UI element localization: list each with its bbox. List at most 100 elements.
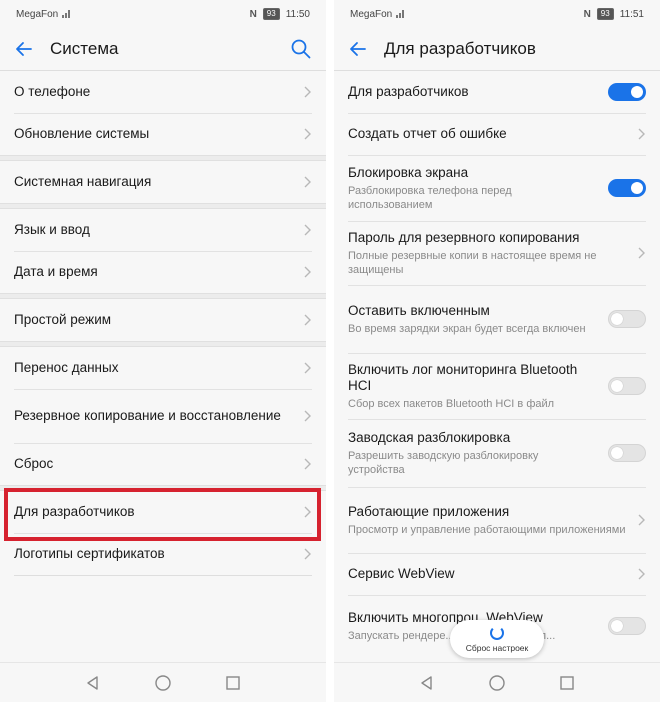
settings-item-label: Системная навигация [14,174,152,189]
toggle-switch[interactable] [608,179,646,197]
highlight-box [4,488,321,541]
settings-item-language-input[interactable]: Язык и ввод [0,209,326,251]
carrier-name: MegaFon [16,8,59,20]
navigation-bar [334,662,660,702]
dev-item-subtitle: Разрешить заводскую разблокировку устрой… [348,449,539,476]
settings-item-label: Сброс [14,456,54,471]
status-bar: MegaFon N 93 11:50 [0,0,326,28]
dev-item-title: Блокировка экрана [348,164,469,180]
recents-square-icon[interactable] [558,674,576,692]
dev-item-developer-options[interactable]: Для разработчиков [334,71,660,113]
system-settings-screen: MegaFon N 93 11:50 Система О телефоне Об… [0,0,326,702]
list-end-divider [14,575,312,576]
battery-icon: 93 [596,8,614,20]
page-title: Система [50,39,119,58]
dev-item-subtitle: Просмотр и управление работающими прилож… [348,523,626,536]
chevron-right-icon [304,86,311,98]
settings-group: Язык и ввод Дата и время [0,209,326,293]
home-circle-icon[interactable] [154,674,172,692]
chevron-right-icon [304,128,311,140]
dev-item-title: Пароль для резервного копирования [348,229,580,245]
chevron-right-icon [638,514,645,526]
arrow-left-icon[interactable] [348,38,370,60]
app-bar: Система [0,28,326,70]
settings-group: О телефоне Обновление системы [0,71,326,155]
chevron-right-icon [638,128,645,140]
dev-item-subtitle: Разблокировка телефона перед использован… [348,184,512,211]
carrier-name: MegaFon [350,8,393,20]
settings-item-label: Перенос данных [14,360,119,375]
dev-item-title: Для разработчиков [348,84,469,99]
chevron-right-icon [304,314,311,326]
dev-item-screen-lock[interactable]: Блокировка экрана Разблокировка телефона … [334,155,660,221]
reset-settings-toast[interactable]: Сброс настроек [450,620,544,658]
toast-label: Сброс настроек [465,642,529,653]
screenshot-composite: MegaFon N 93 11:50 Система О телефоне Об… [0,0,660,702]
settings-group: Простой режим [0,299,326,341]
toggle-switch[interactable] [608,617,646,635]
battery-icon: 93 [262,8,280,20]
chevron-right-icon [638,568,645,580]
dev-item-title: Включить лог мониторинга Bluetooth HCI [348,361,578,393]
page-title: Для разработчиков [384,39,536,58]
status-time: 11:51 [619,8,644,20]
toggle-switch[interactable] [608,377,646,395]
toggle-switch[interactable] [608,310,646,328]
settings-item-backup-restore[interactable]: Резервное копирование и восстановление [0,389,326,443]
settings-item-date-time[interactable]: Дата и время [0,251,326,293]
dev-item-backup-password[interactable]: Пароль для резервного копирования Полные … [334,221,660,285]
back-triangle-icon[interactable] [84,674,102,692]
settings-group: Системная навигация [0,161,326,203]
app-bar: Для разработчиков [334,28,660,70]
developer-options-screen: MegaFon N 93 11:51 Для разработчиков Для… [334,0,660,702]
chevron-right-icon [304,176,311,188]
dev-item-title: Создать отчет об ошибке [348,126,507,141]
toggle-switch[interactable] [608,83,646,101]
settings-item-system-update[interactable]: Обновление системы [0,113,326,155]
settings-item-label: О телефоне [14,84,91,99]
loading-spinner-icon [490,625,504,640]
dev-item-subtitle: Сбор всех пакетов Bluetooth HCI в файл [348,397,555,410]
settings-item-label: Обновление системы [14,126,150,141]
chevron-right-icon [304,224,311,236]
home-circle-icon[interactable] [488,674,506,692]
settings-item-label: Простой режим [14,312,112,327]
recents-square-icon[interactable] [224,674,242,692]
chevron-right-icon [304,410,311,422]
dev-item-subtitle: Полные резервные копии в настоящее время… [348,249,597,276]
dev-item-subtitle: Во время зарядки экран будет всегда вклю… [348,322,586,335]
dev-item-bluetooth-hci-log[interactable]: Включить лог мониторинга Bluetooth HCI Сб… [334,353,660,419]
dev-item-stay-awake[interactable]: Оставить включенным Во время зарядки экра… [334,285,660,353]
navigation-bar [0,662,326,702]
dev-item-bug-report[interactable]: Создать отчет об ошибке [334,113,660,155]
settings-item-simple-mode[interactable]: Простой режим [0,299,326,341]
dev-item-title: Оставить включенным [348,302,490,318]
settings-item-label: Дата и время [14,264,98,279]
settings-item-label: Резервное копирование и восстановление [14,408,281,423]
arrow-left-icon[interactable] [14,38,36,60]
settings-item-label: Логотипы сертификатов [14,546,165,561]
dev-item-webview-service[interactable]: Сервис WebView [334,553,660,595]
dev-item-title: Работающие приложения [348,503,510,519]
settings-item-reset[interactable]: Сброс [0,443,326,485]
settings-item-data-transfer[interactable]: Перенос данных [0,347,326,389]
dev-item-title: Заводская разблокировка [348,429,511,445]
chevron-right-icon [304,362,311,374]
search-icon[interactable] [290,38,312,60]
status-time: 11:50 [285,8,310,20]
back-triangle-icon[interactable] [418,674,436,692]
settings-item-system-navigation[interactable]: Системная навигация [0,161,326,203]
nfc-icon: N [249,8,257,20]
settings-item-about-phone[interactable]: О телефоне [0,71,326,113]
toggle-switch[interactable] [608,444,646,462]
signal-icon [396,10,406,18]
chevron-right-icon [304,458,311,470]
dev-item-running-services[interactable]: Работающие приложения Просмотр и управлен… [334,487,660,553]
settings-item-label: Язык и ввод [14,222,90,237]
signal-icon [62,10,72,18]
settings-group: Перенос данных Резервное копирование и в… [0,347,326,485]
chevron-right-icon [304,548,311,560]
dev-item-title: Сервис WebView [348,566,455,581]
chevron-right-icon [638,247,645,259]
dev-item-oem-unlock[interactable]: Заводская разблокировка Разрешить заводск… [334,419,660,487]
